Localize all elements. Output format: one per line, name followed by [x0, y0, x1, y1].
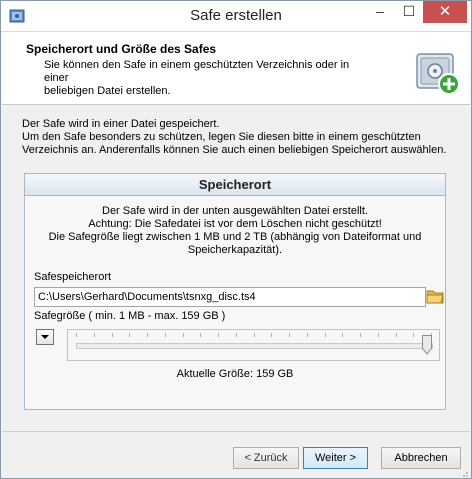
- intro-line: Um den Safe besonders zu schützen, legen…: [22, 131, 421, 143]
- next-button[interactable]: Weiter >: [303, 447, 368, 469]
- group-description: Der Safe wird in der unten ausgewählten …: [25, 205, 445, 257]
- group-title: Speicherort: [25, 174, 445, 196]
- slider-tick: [360, 333, 361, 337]
- intro-line: Der Safe wird in einer Datei gespeichert…: [22, 118, 220, 130]
- slider-tick: [236, 333, 237, 337]
- header-title: Speicherort und Größe des Safes: [26, 42, 217, 56]
- slider-tick: [76, 333, 77, 337]
- intro-text: Der Safe wird in einer Datei gespeichert…: [22, 118, 462, 157]
- close-button[interactable]: ✕: [423, 1, 467, 23]
- group-description-line: Der Safe wird in der unten ausgewählten …: [102, 205, 368, 217]
- current-size-text: Aktuelle Größe: 159 GB: [176, 368, 294, 380]
- back-button[interactable]: < Zurück: [233, 447, 299, 469]
- slider-tick: [94, 333, 95, 337]
- folder-open-icon[interactable]: [425, 286, 445, 306]
- slider-tick: [307, 333, 308, 337]
- slider-tick: [289, 333, 290, 337]
- slider-tick: [200, 333, 201, 337]
- header-description-line: Sie können den Safe in einem geschützten…: [44, 59, 350, 84]
- dropdown-arrow-icon[interactable]: [36, 329, 54, 345]
- slider-tick: [254, 333, 255, 337]
- slider-tick: [396, 333, 397, 337]
- slider-tick: [183, 333, 184, 337]
- location-label: Safespeicherort: [34, 271, 112, 283]
- slider-tick: [342, 333, 343, 337]
- header-description-line: beliebigen Datei erstellen.: [44, 85, 171, 97]
- safe-add-icon: [416, 53, 460, 95]
- minimize-button[interactable]: –: [366, 1, 394, 23]
- group-description-line: Die Safegröße liegt zwischen 1 MB und 2 …: [48, 231, 422, 243]
- dialog-window: Safe erstellen – ☐ ✕ Speicherort und Grö…: [0, 0, 472, 479]
- group-description-line: Speicherkapazität).: [187, 244, 283, 256]
- header-description: Sie können den Safe in einem geschützten…: [44, 59, 374, 98]
- slider-tick: [378, 333, 379, 337]
- slider-track: [76, 343, 433, 349]
- slider-tick: [165, 333, 166, 337]
- slider-tick: [218, 333, 219, 337]
- group-description-line: Achtung: Die Safedatei ist vor dem Lösch…: [88, 218, 382, 230]
- cancel-button[interactable]: Abbrechen: [381, 447, 461, 469]
- slider-tick: [129, 333, 130, 337]
- slider-tick: [413, 333, 414, 337]
- slider-thumb[interactable]: [422, 335, 432, 355]
- slider-tick: [271, 333, 272, 337]
- location-input[interactable]: [34, 287, 426, 307]
- title-bar[interactable]: Safe erstellen – ☐ ✕: [1, 1, 471, 32]
- footer-divider: [2, 431, 470, 432]
- location-group: Speicherort Der Safe wird in der unten a…: [24, 173, 446, 410]
- size-label: Safegröße ( min. 1 MB - max. 159 GB ): [34, 310, 226, 322]
- maximize-button[interactable]: ☐: [395, 1, 423, 23]
- header-panel: Speicherort und Größe des Safes Sie könn…: [2, 32, 470, 105]
- intro-line: Verzeichnis an. Anderenfalls können Sie …: [22, 144, 447, 156]
- resize-grip-icon[interactable]: [460, 469, 469, 478]
- slider-tick: [325, 333, 326, 337]
- slider-tick: [147, 333, 148, 337]
- size-slider[interactable]: [67, 329, 440, 361]
- slider-tick: [112, 333, 113, 337]
